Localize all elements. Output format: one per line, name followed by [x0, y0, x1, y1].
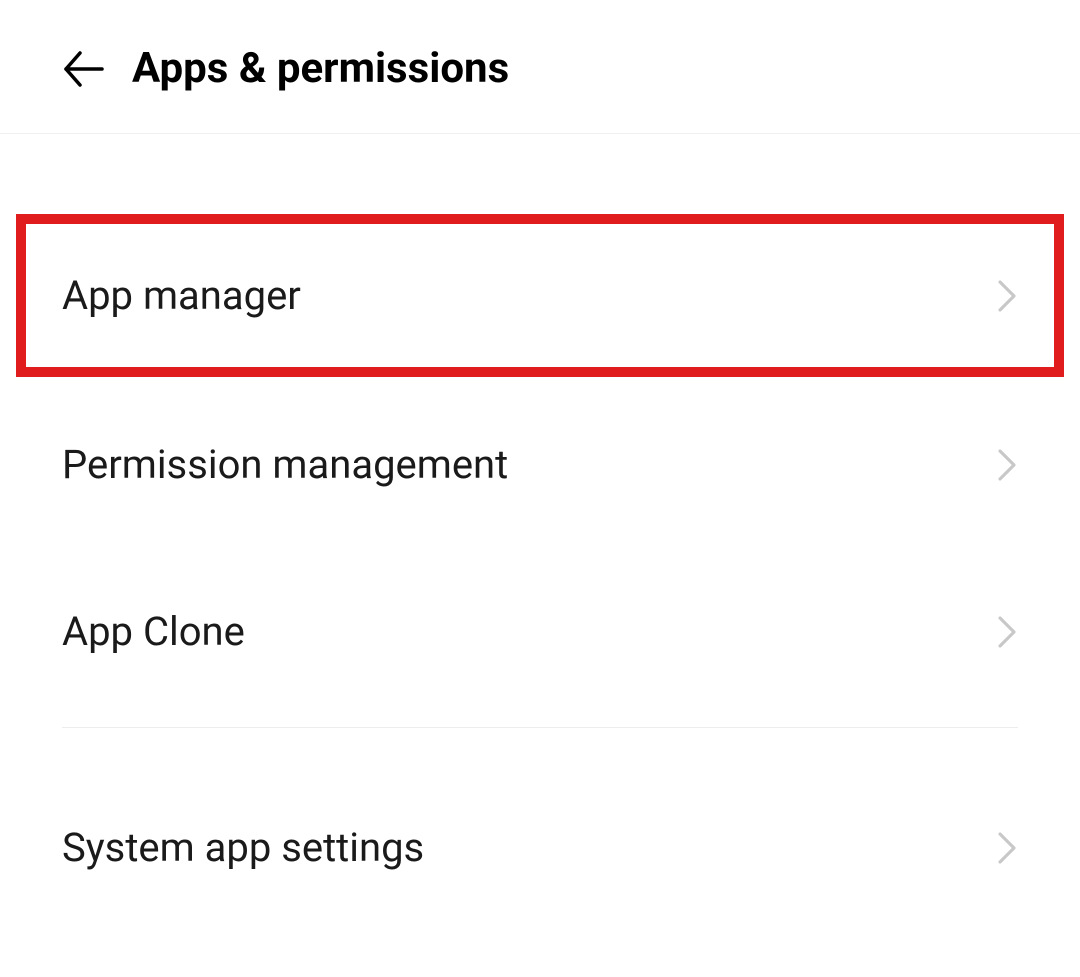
list-item-label: System app settings	[62, 824, 424, 871]
chevron-right-icon	[996, 614, 1018, 650]
spacer	[0, 752, 1080, 776]
list-item-label: Permission management	[62, 441, 508, 488]
spacer	[0, 536, 1080, 560]
chevron-right-icon	[996, 278, 1018, 314]
back-arrow-icon[interactable]	[60, 45, 108, 93]
chevron-right-icon	[996, 447, 1018, 483]
list-item-label: App Clone	[62, 608, 245, 655]
list-item-label: App manager	[62, 272, 301, 319]
page-title: Apps & permissions	[132, 44, 509, 93]
list-item-permission-management[interactable]: Permission management	[0, 393, 1080, 536]
chevron-right-icon	[996, 830, 1018, 866]
spacer	[0, 134, 1080, 214]
list-item-app-clone[interactable]: App Clone	[0, 560, 1080, 703]
list-item-system-app-settings[interactable]: System app settings	[0, 776, 1080, 919]
header: Apps & permissions	[0, 0, 1080, 134]
list-item-app-manager[interactable]: App manager	[16, 214, 1064, 377]
divider	[62, 727, 1018, 728]
